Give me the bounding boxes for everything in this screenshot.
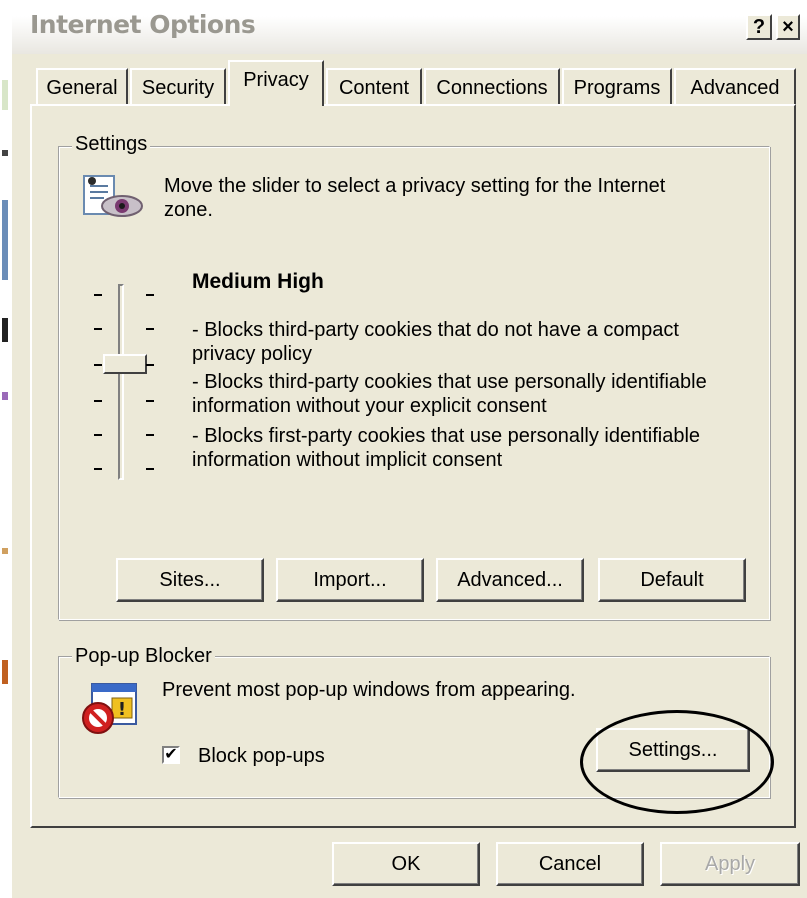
slider-tick [94,468,102,470]
tab-general[interactable]: General [36,68,128,104]
privacy-intro-line1: Move the slider to select a privacy sett… [164,175,666,197]
close-button[interactable]: × [776,14,800,40]
slider-tick [94,328,102,330]
privacy-desc-line: - Blocks first-party cookies that use pe… [192,425,701,447]
privacy-eye-icon [80,172,146,222]
tab-content[interactable]: Content [326,68,422,104]
slider-tick [94,434,102,436]
privacy-slider-track[interactable] [118,284,124,480]
window-title: Internet Options [30,10,256,39]
default-button[interactable]: Default [598,558,746,602]
slider-tick [94,294,102,296]
privacy-desc-line: privacy policy [192,343,313,365]
privacy-intro-line2: zone. [164,199,213,221]
ok-button[interactable]: OK [332,842,480,886]
svg-text:!: ! [118,699,126,720]
settings-group-legend: Settings [72,133,151,156]
popup-blocker-description: Prevent most pop-up windows from appeari… [162,679,576,701]
privacy-slider-thumb[interactable] [103,354,147,374]
advanced-privacy-button[interactable]: Advanced... [436,558,584,602]
annotation-circle [580,710,774,814]
slider-tick [146,328,154,330]
slider-tick [146,400,154,402]
tab-advanced[interactable]: Advanced [674,68,796,104]
privacy-desc-line: information without your explicit consen… [192,395,547,417]
background-window-strip [0,0,12,898]
slider-tick [146,294,154,296]
cancel-button[interactable]: Cancel [496,842,644,886]
privacy-desc-line: - Blocks third-party cookies that use pe… [192,371,707,393]
sites-button[interactable]: Sites... [116,558,264,602]
tab-connections[interactable]: Connections [424,68,560,104]
privacy-level-name: Medium High [192,270,324,293]
slider-tick [94,400,102,402]
popup-blocker-icon: ! [78,680,142,736]
privacy-desc-line: - Blocks third-party cookies that do not… [192,319,679,341]
tab-programs[interactable]: Programs [562,68,672,104]
apply-button[interactable]: Apply [660,842,800,886]
slider-tick [94,364,102,366]
tab-privacy[interactable]: Privacy [228,60,324,106]
tab-security[interactable]: Security [130,68,226,104]
slider-tick [146,468,154,470]
help-button[interactable]: ? [746,14,772,40]
popup-blocker-legend: Pop-up Blocker [72,645,215,668]
privacy-desc-line: information without implicit consent [192,449,503,471]
block-popups-checkbox[interactable]: ✔ [162,746,180,764]
block-popups-label[interactable]: Block pop-ups [198,744,325,768]
slider-tick [146,364,154,366]
import-button[interactable]: Import... [276,558,424,602]
title-bar[interactable]: Internet Options ? × [12,0,807,54]
slider-tick [146,434,154,436]
